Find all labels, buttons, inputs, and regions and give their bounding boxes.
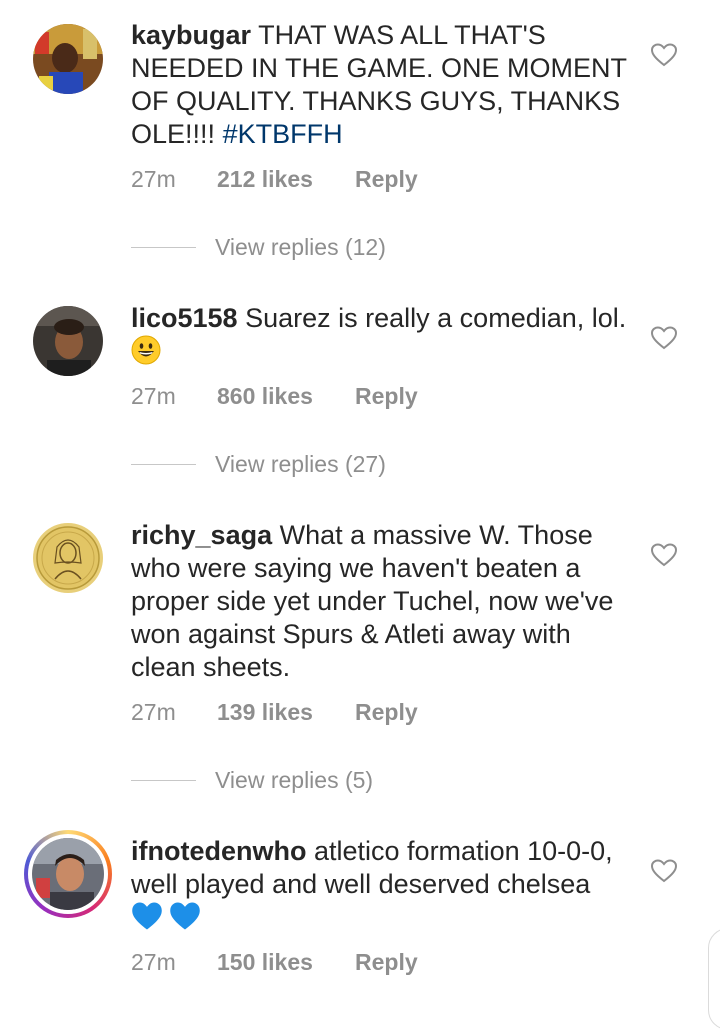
comment-meta: 27m 860 likes Reply [131, 383, 418, 410]
comment-meta: 27m 139 likes Reply [131, 699, 418, 726]
floating-panel-edge [708, 928, 720, 1030]
reply-button[interactable]: Reply [355, 949, 418, 976]
comment-time: 27m [131, 949, 176, 975]
comment-text: kaybugar THAT WAS ALL THAT'S NEEDED IN T… [131, 19, 631, 151]
comment-likes[interactable]: 212 likes [217, 166, 355, 193]
avatar-ring-inner [28, 834, 108, 914]
avatar [32, 838, 104, 910]
grinning-face-icon [131, 335, 161, 365]
comment-likes[interactable]: 860 likes [217, 383, 355, 410]
comment-text: ifnotedenwho atletico formation 10-0-0, … [131, 835, 631, 935]
view-replies-label: View replies (5) [215, 767, 374, 793]
comment-body: Suarez is really a comedian, lol. [245, 303, 627, 333]
comment-time: 27m [131, 166, 176, 192]
like-heart-icon[interactable] [651, 543, 677, 567]
comment-likes[interactable]: 139 likes [217, 699, 355, 726]
replies-divider [131, 464, 196, 465]
like-heart-icon[interactable] [651, 859, 677, 883]
view-replies-label: View replies (27) [215, 451, 386, 477]
blue-heart-icon [132, 902, 162, 930]
comment-meta: 27m 212 likes Reply [131, 166, 418, 193]
avatar[interactable] [33, 24, 103, 94]
comment-text: richy_saga What a massive W. Those who w… [131, 519, 631, 684]
comment-username[interactable]: kaybugar [131, 20, 251, 50]
avatar[interactable] [33, 523, 103, 593]
view-replies-label: View replies (12) [215, 234, 386, 260]
reply-button[interactable]: Reply [355, 166, 418, 193]
view-replies-button[interactable]: View replies (12) [131, 234, 386, 261]
reply-button[interactable]: Reply [355, 699, 418, 726]
view-replies-button[interactable]: View replies (27) [131, 451, 386, 478]
comment-time: 27m [131, 383, 176, 409]
like-heart-icon[interactable] [651, 326, 677, 350]
comment-meta: 27m 150 likes Reply [131, 949, 418, 976]
comment-text: lico5158 Suarez is really a comedian, lo… [131, 302, 631, 369]
hashtag-link[interactable]: #KTBFFH [223, 119, 343, 149]
like-heart-icon[interactable] [651, 43, 677, 67]
comment-time: 27m [131, 699, 176, 725]
avatar[interactable] [33, 306, 103, 376]
replies-divider [131, 780, 196, 781]
comment-likes[interactable]: 150 likes [217, 949, 355, 976]
view-replies-button[interactable]: View replies (5) [131, 767, 373, 794]
comment-username[interactable]: lico5158 [131, 303, 238, 333]
reply-button[interactable]: Reply [355, 383, 418, 410]
replies-divider [131, 247, 196, 248]
story-avatar[interactable] [24, 830, 112, 918]
comment-username[interactable]: richy_saga [131, 520, 272, 550]
blue-heart-icon [169, 902, 200, 930]
comment-username[interactable]: ifnotedenwho [131, 836, 306, 866]
